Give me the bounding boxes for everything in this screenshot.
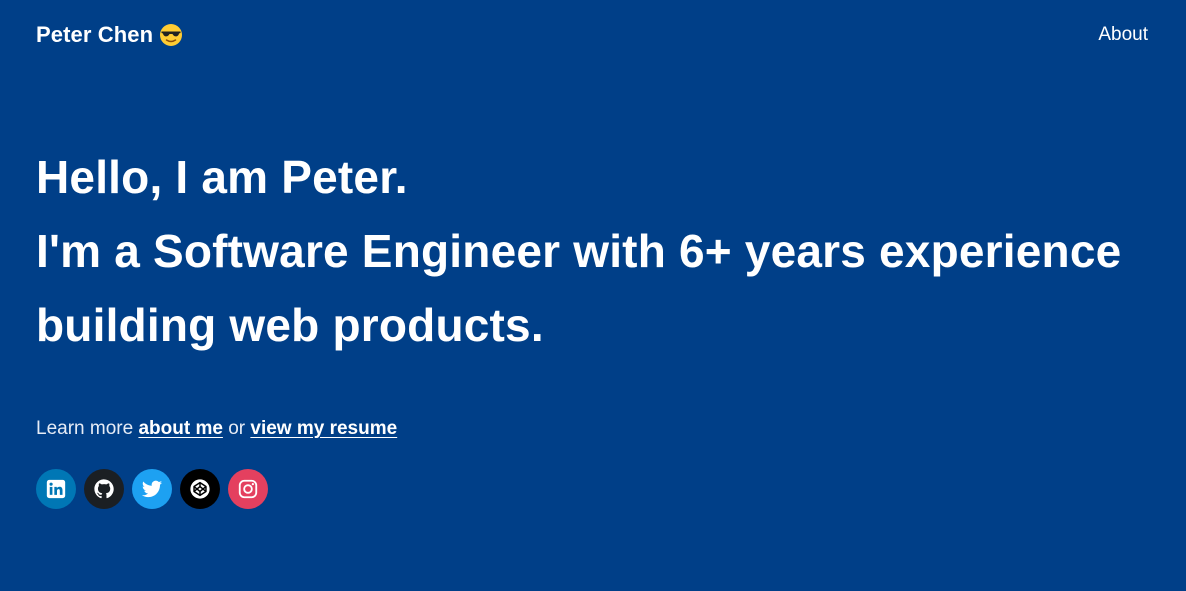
learn-more-text: Learn more about me or view my resume bbox=[36, 418, 397, 440]
view-resume-link[interactable]: view my resume bbox=[250, 418, 397, 439]
brand-name: Peter Chen bbox=[36, 22, 154, 47]
linkedin-link[interactable] bbox=[36, 469, 76, 509]
codepen-link[interactable] bbox=[180, 469, 220, 509]
nav-about-link[interactable]: About bbox=[1098, 24, 1148, 46]
learn-more-separator: or bbox=[228, 418, 246, 439]
learn-more-prefix: Learn more bbox=[36, 418, 134, 439]
sunglasses-emoji-icon bbox=[159, 23, 183, 47]
instagram-icon bbox=[238, 479, 258, 499]
hero-heading: Hello, I am Peter. I'm a Software Engine… bbox=[36, 140, 1156, 362]
codepen-icon bbox=[190, 479, 210, 499]
hero-line-focus: building web products. bbox=[36, 299, 544, 351]
twitter-icon bbox=[141, 480, 163, 498]
github-link[interactable] bbox=[84, 469, 124, 509]
linkedin-icon bbox=[46, 479, 66, 499]
hero-line-role: I'm a Software Engineer with 6+ years ex… bbox=[36, 225, 1122, 277]
social-links bbox=[36, 469, 268, 509]
about-me-link[interactable]: about me bbox=[138, 418, 222, 439]
github-icon bbox=[94, 479, 114, 499]
brand-link[interactable]: Peter Chen bbox=[36, 22, 183, 48]
instagram-link[interactable] bbox=[228, 469, 268, 509]
twitter-link[interactable] bbox=[132, 469, 172, 509]
hero-section: Hello, I am Peter. I'm a Software Engine… bbox=[36, 140, 1156, 362]
hero-line-greeting: Hello, I am Peter. bbox=[36, 151, 408, 203]
navbar: Peter Chen About bbox=[36, 20, 1148, 50]
